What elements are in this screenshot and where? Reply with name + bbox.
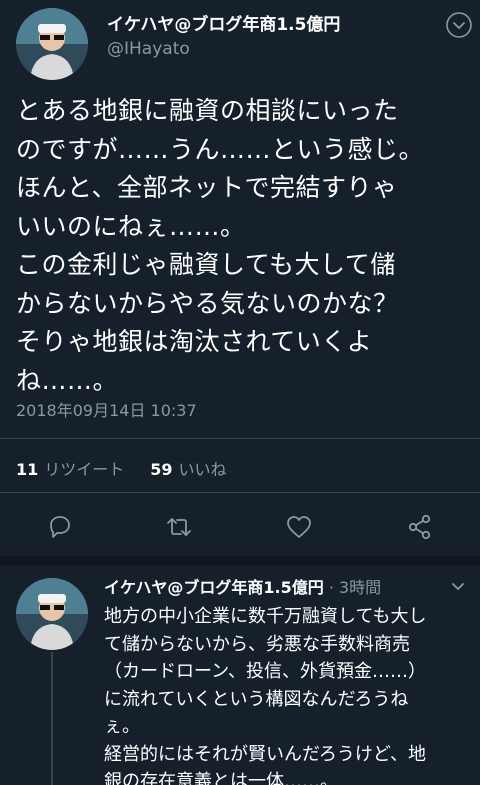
reply-header: イケハヤ@ブログ年商1.5億円 · 3時間 (104, 574, 381, 598)
user-handle[interactable]: @IHayato (107, 39, 190, 59)
display-name[interactable]: イケハヤ@ブログ年商1.5億円 (107, 10, 340, 35)
tweet-timestamp[interactable]: 2018年09月14日 10:37 (16, 397, 197, 421)
reply-text: 地方の中小企業に数千万融資しても大し て儲からないから、劣悪な手数料商売 （カー… (104, 606, 427, 785)
reply-icon[interactable] (45, 512, 75, 542)
divider (0, 438, 480, 439)
reply-avatar[interactable] (16, 578, 88, 650)
chevron-down-icon[interactable] (448, 576, 468, 596)
tweet-stats: 11 リツイート 59 いいね (16, 456, 227, 480)
tweet-detail-screen: イケハヤ@ブログ年商1.5億円 @IHayato とある地銀に融資の相談にいった… (0, 0, 480, 785)
thread-line (51, 652, 53, 785)
chevron-down-icon[interactable] (446, 12, 472, 38)
section-separator (0, 556, 480, 566)
share-icon[interactable] (405, 512, 435, 542)
divider (0, 492, 480, 493)
heart-icon[interactable] (284, 512, 314, 542)
retweet-icon[interactable] (164, 512, 194, 542)
avatar-image (16, 578, 88, 650)
avatar[interactable] (16, 8, 88, 80)
tweet-text: とある地銀に融資の相談にいった のですが……うん……という感じ。 ほんと、全部ネ… (16, 96, 425, 395)
reply-display-name[interactable]: イケハヤ@ブログ年商1.5億円 (104, 578, 324, 597)
avatar-image (16, 8, 88, 80)
reply-time[interactable]: · 3時間 (329, 578, 381, 597)
like-count[interactable]: 59 (150, 460, 172, 479)
retweet-label[interactable]: リツイート (44, 456, 124, 480)
retweet-count[interactable]: 11 (16, 460, 38, 479)
like-label[interactable]: いいね (179, 456, 227, 480)
